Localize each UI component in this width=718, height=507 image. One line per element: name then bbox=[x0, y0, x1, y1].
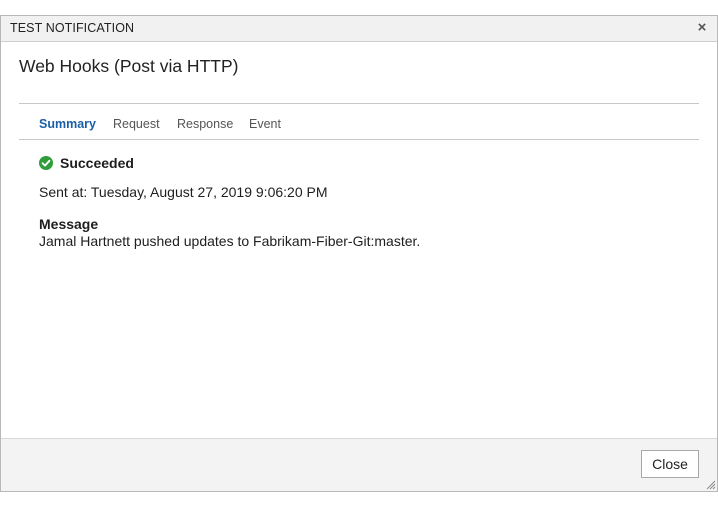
dialog-footer: Close bbox=[1, 438, 717, 491]
resize-grip-icon[interactable] bbox=[704, 478, 716, 490]
divider bbox=[19, 103, 699, 104]
tab-response[interactable]: Response bbox=[177, 117, 233, 131]
tab-bar: Summary Request Response Event bbox=[19, 117, 699, 139]
page-title: Web Hooks (Post via HTTP) bbox=[19, 56, 239, 76]
divider bbox=[19, 139, 699, 140]
dialog-titlebar: TEST NOTIFICATION × bbox=[1, 16, 717, 42]
status-row: Succeeded bbox=[39, 154, 134, 172]
close-button[interactable]: Close bbox=[641, 450, 699, 478]
message-label: Message bbox=[39, 216, 99, 232]
check-circle-icon bbox=[39, 156, 53, 170]
tab-event[interactable]: Event bbox=[249, 117, 281, 131]
tab-summary[interactable]: Summary bbox=[39, 117, 96, 131]
test-notification-dialog: TEST NOTIFICATION × Web Hooks (Post via … bbox=[0, 15, 718, 492]
sent-at-text: Sent at: Tuesday, August 27, 2019 9:06:2… bbox=[39, 184, 328, 200]
message-text: Jamal Hartnett pushed updates to Fabrika… bbox=[39, 233, 421, 249]
dialog-title: TEST NOTIFICATION bbox=[10, 21, 135, 35]
close-icon[interactable]: × bbox=[695, 19, 709, 37]
status-text: Succeeded bbox=[60, 155, 134, 171]
tab-request[interactable]: Request bbox=[113, 117, 160, 131]
